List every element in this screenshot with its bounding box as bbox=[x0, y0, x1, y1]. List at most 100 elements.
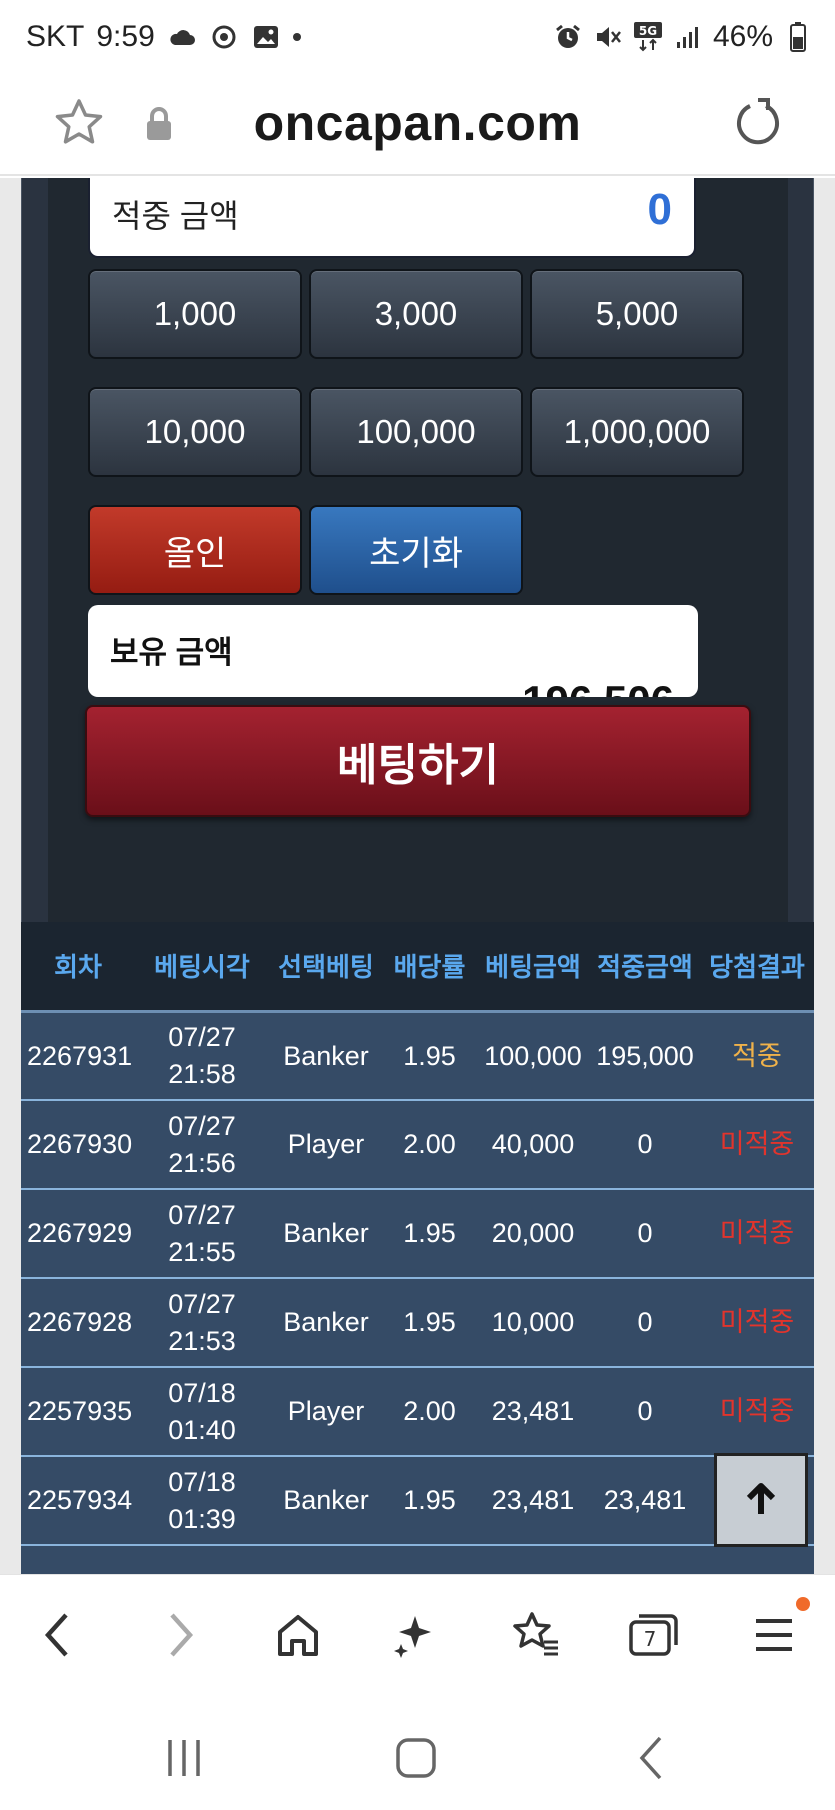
browser-url-bar: oncapan.com bbox=[0, 80, 835, 176]
bet-time: 21:56 bbox=[168, 1147, 236, 1178]
cell-bet-amount: 10,000 bbox=[476, 1278, 590, 1368]
forward-icon[interactable] bbox=[148, 1603, 212, 1667]
cell-odds: 1.95 bbox=[383, 1456, 476, 1546]
cell-win-amount: 23,481 bbox=[590, 1456, 700, 1546]
cell-win-amount: 0 bbox=[590, 1367, 700, 1457]
cell-choice: Banker bbox=[269, 1456, 383, 1546]
table-row: 2267931 07/27 21:58 Banker 1.95 100,000 195,00… bbox=[21, 1011, 814, 1101]
amount-button-1000[interactable]: 1,000 bbox=[88, 269, 302, 359]
cell-win-amount: 0 bbox=[590, 1278, 700, 1368]
header-win-amount: 적중금액 bbox=[590, 922, 700, 1013]
battery-icon bbox=[783, 22, 813, 52]
table-row: 225793407/1801:39Banker1.9523,48123,481적… bbox=[21, 1456, 814, 1546]
cell-bet-amount bbox=[476, 1545, 590, 1574]
header-bet-amount: 베팅금액 bbox=[476, 922, 590, 1013]
cell-odds: 1.95 bbox=[383, 1189, 476, 1279]
cell-choice: Player bbox=[269, 1100, 383, 1190]
amount-button-10000[interactable]: 10,000 bbox=[88, 387, 302, 477]
table-row: 2267928 07/27 21:53 Banker 1.95 10,000 0 미적중 bbox=[21, 1278, 814, 1368]
recents-icon[interactable] bbox=[154, 1728, 214, 1788]
bet-button[interactable]: 베팅하기 bbox=[85, 705, 751, 817]
cell-choice: Player bbox=[269, 1367, 383, 1457]
sparkle-icon[interactable] bbox=[384, 1603, 448, 1667]
cell-choice: Banker bbox=[269, 1189, 383, 1279]
cell-win-amount: 0 bbox=[590, 1100, 700, 1190]
cell-bet-time: 07/18 bbox=[135, 1545, 269, 1574]
table-row: 2267929 07/27 21:55 Banker 1.95 20,000 0 미적중 bbox=[21, 1189, 814, 1279]
url-text[interactable]: oncapan.com bbox=[0, 94, 835, 152]
tabs-icon[interactable]: 7 bbox=[622, 1603, 686, 1667]
arrow-up-icon bbox=[746, 1483, 776, 1514]
cell-odds bbox=[383, 1545, 476, 1574]
browser-bottom-nav: 7 bbox=[0, 1574, 835, 1694]
bet-time: 21:53 bbox=[168, 1325, 236, 1356]
alarm-icon bbox=[553, 22, 583, 52]
cell-round: 2267929 bbox=[21, 1189, 135, 1279]
header-result: 당첨결과 bbox=[700, 922, 814, 1013]
hit-amount-value: 0 bbox=[647, 185, 672, 234]
notification-badge bbox=[796, 1597, 810, 1611]
scroll-to-top-button[interactable] bbox=[714, 1453, 808, 1547]
home-icon[interactable] bbox=[266, 1603, 330, 1667]
page-content: 적중 금액 0 1,000 3,000 5,000 10,000 100,000… bbox=[0, 178, 835, 1574]
home-circle-icon[interactable] bbox=[386, 1728, 446, 1788]
cell-bet-time: 07/27 21:58 bbox=[135, 1011, 269, 1101]
carrier-label: SKT bbox=[26, 20, 85, 53]
cell-win-amount: 195,000 bbox=[590, 1011, 700, 1101]
sync-icon bbox=[209, 22, 239, 52]
cell-round: 2267928 bbox=[21, 1278, 135, 1368]
hit-amount-box: 적중 금액 0 bbox=[88, 178, 696, 258]
amount-button-1000000[interactable]: 1,000,000 bbox=[530, 387, 744, 477]
balance-box: 보유 금액 196,506 bbox=[88, 605, 698, 697]
cell-bet-time: 07/27 21:56 bbox=[135, 1100, 269, 1190]
status-right: 5G 46% bbox=[553, 20, 813, 54]
bet-date: 07/27 bbox=[168, 1111, 236, 1142]
amount-button-5000[interactable]: 5,000 bbox=[530, 269, 744, 359]
hit-amount-label: 적중 금액 bbox=[112, 198, 239, 234]
bet-date: 07/27 bbox=[168, 1289, 236, 1320]
table-body: 2267931 07/27 21:58 Banker 1.95 100,000 195,00… bbox=[21, 1011, 814, 1574]
image-icon bbox=[251, 22, 281, 52]
bet-time: 21:55 bbox=[168, 1236, 236, 1267]
network-5g-icon: 5G bbox=[633, 22, 663, 52]
svg-text:7: 7 bbox=[644, 1627, 657, 1651]
cell-round: 2267931 bbox=[21, 1011, 135, 1101]
clock: 9:59 bbox=[96, 20, 155, 53]
cell-bet-amount: 100,000 bbox=[476, 1011, 590, 1101]
back-icon[interactable] bbox=[26, 1603, 90, 1667]
system-nav-bar bbox=[0, 1694, 835, 1810]
bet-time: 01:39 bbox=[168, 1503, 236, 1534]
cell-result: 적중 bbox=[700, 1011, 814, 1101]
cell-bet-time: 07/27 21:53 bbox=[135, 1278, 269, 1368]
bet-date: 07/27 bbox=[168, 1200, 236, 1231]
cell-choice: Banker bbox=[269, 1011, 383, 1101]
amount-button-100000[interactable]: 100,000 bbox=[309, 387, 523, 477]
cell-choice bbox=[269, 1545, 383, 1574]
mute-icon bbox=[593, 22, 623, 52]
table-row: 07/18 bbox=[21, 1545, 814, 1574]
cell-win-amount bbox=[590, 1545, 700, 1574]
cell-result: 미적중 bbox=[700, 1189, 814, 1279]
cell-odds: 1.95 bbox=[383, 1011, 476, 1101]
reload-icon[interactable] bbox=[730, 94, 786, 150]
reset-button[interactable]: 초기화 bbox=[309, 505, 523, 595]
cell-bet-amount: 40,000 bbox=[476, 1100, 590, 1190]
bookmarks-icon[interactable] bbox=[504, 1603, 568, 1667]
cell-result: 미적중 bbox=[700, 1100, 814, 1190]
cell-odds: 2.00 bbox=[383, 1367, 476, 1457]
system-back-icon[interactable] bbox=[622, 1728, 682, 1788]
bet-date: 07/27 bbox=[168, 1022, 236, 1053]
allin-button[interactable]: 올인 bbox=[88, 505, 302, 595]
table-row: 2257935 07/18 01:40 Player 2.00 23,481 0 미적중 bbox=[21, 1367, 814, 1457]
cell-win-amount: 0 bbox=[590, 1189, 700, 1279]
cell-round bbox=[21, 1545, 135, 1574]
cell-odds: 1.95 bbox=[383, 1278, 476, 1368]
bet-date: 07/18 bbox=[168, 1378, 236, 1409]
amount-button-3000[interactable]: 3,000 bbox=[309, 269, 523, 359]
status-left: SKT 9:59 bbox=[26, 20, 301, 54]
cell-result bbox=[700, 1545, 814, 1574]
battery-percent: 46% bbox=[712, 20, 773, 53]
menu-icon[interactable] bbox=[742, 1603, 806, 1667]
cell-choice: Banker bbox=[269, 1278, 383, 1368]
bet-time: 21:58 bbox=[168, 1058, 236, 1089]
